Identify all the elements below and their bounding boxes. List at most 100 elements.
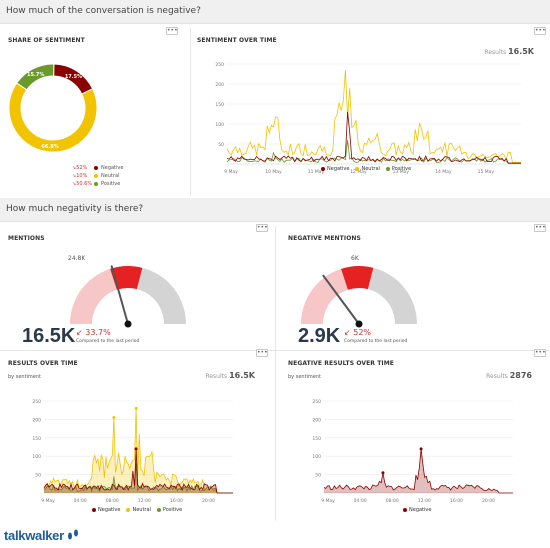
x-tick-label: 9 May bbox=[224, 169, 238, 175]
results-count: Results 2876 bbox=[486, 371, 532, 380]
results-over-time-menu-button[interactable]: ••• bbox=[256, 349, 268, 357]
legend-neutral: Neutral bbox=[355, 166, 380, 172]
panel-subtitle: by sentiment bbox=[8, 374, 41, 380]
x-tick-label: 12:00 bbox=[138, 498, 151, 504]
x-tick-label: 16:00 bbox=[450, 498, 463, 504]
negative-results-over-time-panel: NEGATIVE RESULTS OVER TIME by sentiment … bbox=[276, 351, 550, 521]
y-tick-label: 250 bbox=[215, 62, 224, 68]
results-over-time-panel: RESULTS OVER TIME by sentiment Results 1… bbox=[0, 351, 275, 521]
logo-text: talkwalker bbox=[4, 527, 64, 543]
positive-dot-icon bbox=[385, 166, 390, 171]
y-tick-label: 250 bbox=[32, 399, 41, 405]
donut-slice-neutral bbox=[8, 82, 98, 153]
y-tick-label: 250 bbox=[312, 399, 321, 405]
share-of-sentiment-panel: SHARE OF SENTIMENT 17.5% 66.8% 15.7% ↘52% … bbox=[0, 28, 190, 196]
gauge-max-label: 24.8K bbox=[68, 255, 86, 262]
share-legend: ↘52% Negative ↘10% Neutral ↘50.6% Positi… bbox=[72, 164, 123, 188]
results-over-time-chart: 250 200 150 100 50 9 May 04:00 08:00 12:00 16:00 2… bbox=[32, 399, 233, 504]
negative-dot-icon bbox=[94, 166, 98, 170]
y-tick-label: 150 bbox=[32, 436, 41, 442]
x-tick-label: 16:00 bbox=[170, 498, 183, 504]
sentiment-over-time-panel: SENTIMENT OVER TIME Results 16.5K 250 200… bbox=[191, 28, 550, 196]
donut-label: 17.5% bbox=[65, 74, 82, 80]
panel-subtitle: by sentiment bbox=[288, 374, 321, 380]
change-positive: ↘50.6% bbox=[72, 181, 93, 187]
panel-title: SHARE OF SENTIMENT bbox=[8, 37, 85, 44]
donut-label: 66.8% bbox=[41, 144, 58, 150]
mentions-gauge bbox=[70, 265, 186, 328]
gauge-range-remaining bbox=[136, 267, 186, 324]
gauge-range-low bbox=[70, 268, 117, 324]
mentions-menu-button[interactable]: ••• bbox=[256, 224, 268, 232]
mentions-value: 16.5K bbox=[22, 325, 76, 347]
y-tick-label: 100 bbox=[312, 454, 321, 460]
legend-positive: Positive bbox=[156, 507, 182, 513]
negative-dot-icon bbox=[403, 507, 407, 512]
x-tick-label: 20:00 bbox=[202, 498, 215, 504]
legend-negative: Negative bbox=[403, 507, 431, 513]
section-title: How much negativity is there? bbox=[6, 204, 144, 214]
legend-positive: Positive bbox=[385, 166, 411, 172]
x-tick-label: 15 May bbox=[478, 169, 495, 175]
panel-title: SENTIMENT OVER TIME bbox=[197, 37, 277, 44]
share-legend-negative: ↘52% Negative bbox=[72, 165, 124, 171]
x-tick-label: 08:00 bbox=[386, 498, 399, 504]
data-point bbox=[381, 471, 385, 475]
panel-title: RESULTS OVER TIME bbox=[8, 360, 78, 367]
share-menu-button[interactable]: ••• bbox=[166, 27, 178, 35]
y-tick-label: 50 bbox=[315, 473, 321, 479]
section-header-negative-share: How much of the conversation is negative… bbox=[0, 0, 550, 24]
y-tick-label: 200 bbox=[32, 417, 41, 423]
results-count: Results 16.5K bbox=[205, 371, 255, 380]
negative-results-menu-button[interactable]: ••• bbox=[534, 349, 546, 357]
negative-mentions-menu-button[interactable]: ••• bbox=[534, 224, 546, 232]
y-tick-label: 100 bbox=[32, 454, 41, 460]
x-tick-label: 08:00 bbox=[106, 498, 119, 504]
data-point bbox=[134, 406, 138, 410]
gauge-pivot bbox=[124, 320, 132, 328]
y-tick-label: 200 bbox=[312, 417, 321, 423]
negative-mentions-gauge bbox=[301, 266, 417, 328]
footprints-icon bbox=[67, 529, 78, 540]
compared-note: Compared to the last period bbox=[76, 339, 140, 344]
neutral-dot-icon bbox=[126, 507, 131, 512]
x-tick-label: 14 May bbox=[435, 169, 452, 175]
y-tick-label: 50 bbox=[218, 142, 224, 148]
sentiment-over-time-chart: 250200150100509 May 10 May 11 May 12 May 13 … bbox=[215, 62, 521, 175]
panel-title: NEGATIVE RESULTS OVER TIME bbox=[288, 360, 395, 367]
x-tick-label: 04:00 bbox=[354, 498, 367, 504]
chart-legend: Negative Neutral Positive bbox=[92, 507, 182, 513]
series-line-negative bbox=[226, 111, 521, 164]
neutral-dot-icon bbox=[355, 166, 360, 171]
y-tick-label: 50 bbox=[35, 473, 41, 479]
section-header-negativity: How much negativity is there? bbox=[0, 198, 550, 222]
compared-note: Compared to the last period bbox=[344, 339, 408, 344]
x-tick-label: 9 May bbox=[321, 498, 335, 504]
share-legend-positive: ↘50.6% Positive bbox=[72, 181, 121, 187]
negative-mentions-panel: NEGATIVE MENTIONS 6K 2.9K ↙ 52% Compared… bbox=[276, 226, 550, 350]
x-tick-label: 04:00 bbox=[74, 498, 87, 504]
mentions-panel: MENTIONS 24.8K 16.5K ↙ 33.7% Compared to… bbox=[0, 226, 275, 350]
data-point bbox=[419, 447, 423, 451]
series-line-positive bbox=[226, 139, 521, 164]
neutral-dot-icon bbox=[94, 174, 98, 178]
panel-title: NEGATIVE MENTIONS bbox=[288, 235, 361, 242]
negative-dot-icon bbox=[321, 166, 325, 171]
negative-mentions-change: ↙ 52% bbox=[344, 328, 372, 337]
legend-negative: Negative bbox=[92, 507, 120, 513]
change-neutral: ↘10% bbox=[72, 173, 88, 179]
donut-label: 15.7% bbox=[27, 72, 44, 78]
legend-negative: Negative bbox=[321, 166, 349, 172]
y-tick-label: 100 bbox=[215, 122, 224, 128]
legend-neutral: Neutral bbox=[126, 507, 151, 513]
talkwalker-logo: talkwalker bbox=[4, 526, 80, 544]
data-point bbox=[134, 447, 138, 451]
gauge-max-label: 6K bbox=[351, 255, 359, 262]
results-count: Results 16.5K bbox=[484, 47, 534, 56]
mentions-change: ↙ 33.7% bbox=[76, 328, 111, 337]
negative-mentions-value: 2.9K bbox=[298, 325, 341, 347]
sentiment-over-time-menu-button[interactable]: ••• bbox=[534, 27, 546, 35]
x-tick-label: 10 May bbox=[265, 169, 282, 175]
y-tick-label: 150 bbox=[312, 436, 321, 442]
share-legend-neutral: ↘10% Neutral bbox=[72, 173, 120, 179]
